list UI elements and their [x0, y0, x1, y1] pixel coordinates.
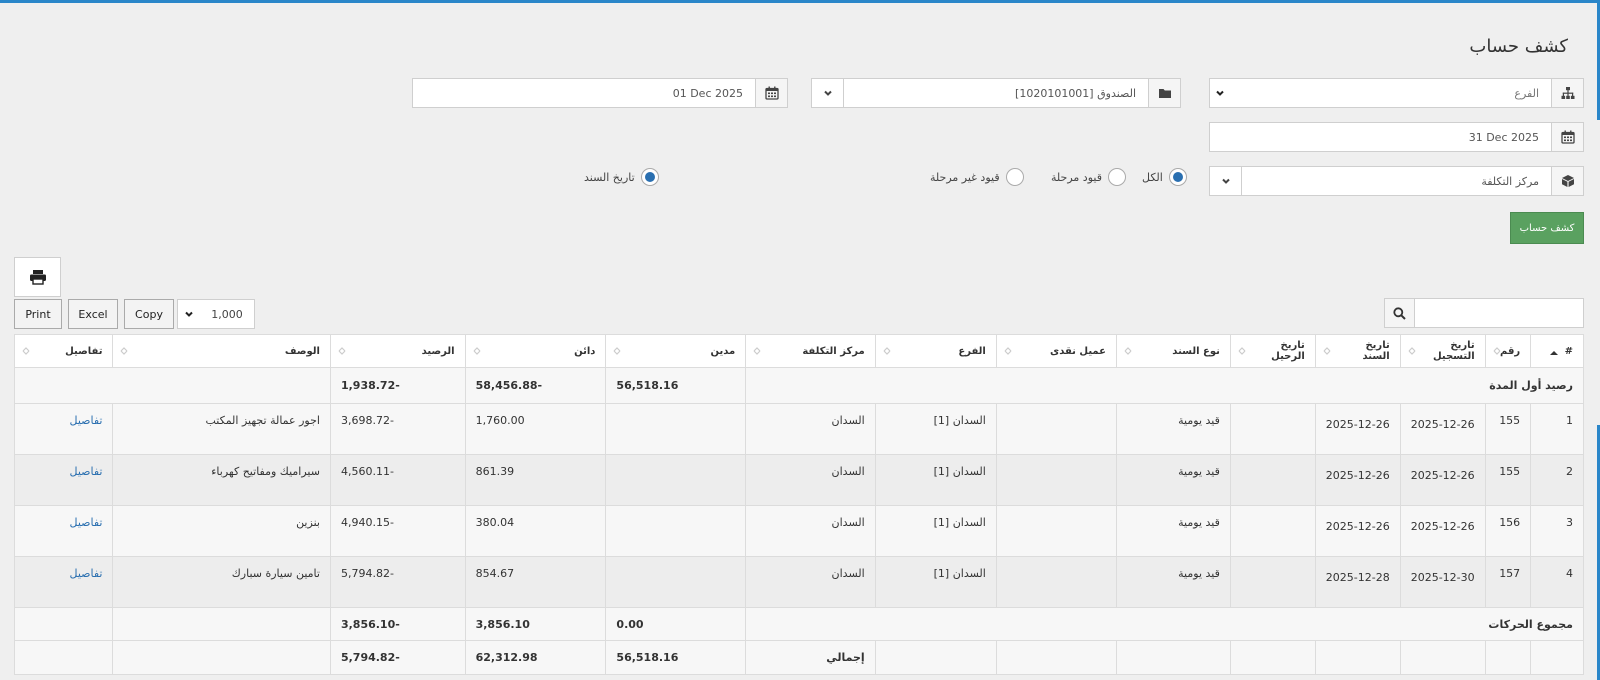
page-size-value: 1,000 [211, 307, 243, 321]
account-select[interactable]: [1020101001] الصندوق [811, 78, 1181, 108]
date-from-value: 01 Dec 2025 [672, 86, 743, 100]
opening-balance-row: رصيد أول المدة 56,518.16 58,456.88- 1,93… [14, 367, 1584, 404]
excel-button[interactable]: Excel [68, 299, 118, 329]
chevron-down-icon[interactable] [812, 79, 844, 107]
radio-all-circle[interactable] [1168, 168, 1187, 186]
opening-credit: 58,456.88- [464, 367, 607, 404]
cost-center-placeholder: مركز التكلفة [1481, 174, 1539, 188]
sitemap-icon [1551, 79, 1583, 107]
radio-unposted-circle[interactable] [1005, 168, 1024, 186]
radio-all-label: الكل [1142, 170, 1163, 184]
sort-icon [1492, 346, 1502, 356]
chevron-down-icon [178, 309, 200, 319]
col-header-cost-center[interactable]: مركز التكلفة [745, 334, 876, 368]
print-button[interactable]: Print [14, 299, 62, 329]
col-header-reg-date[interactable]: تاريخ التسجيل [1399, 334, 1486, 368]
branch-placeholder: الفرع [1514, 86, 1539, 100]
col-header-index[interactable]: # [1530, 334, 1584, 368]
sort-icon [752, 346, 762, 356]
table-row: 1 155 2025-12-26 2025-12-26 قيد يومية ال… [13, 403, 1584, 455]
sort-icon [882, 346, 892, 356]
chevron-down-icon[interactable] [1210, 167, 1242, 195]
col-header-post-date[interactable]: تاريخ الرحيل [1229, 334, 1316, 368]
top-accent-line [0, 0, 1600, 3]
col-header-details[interactable]: تفاصيل [13, 334, 114, 368]
statement-submit-button[interactable]: كشف حساب [1510, 212, 1584, 244]
grand-total-row: إجمالي 56,518.16 62,312.98 5,794.82- [13, 640, 1584, 675]
sort-icon [337, 346, 347, 356]
movements-balance: 3,856.10- [329, 607, 466, 641]
grand-credit: 62,312.98 [464, 640, 607, 675]
opening-balance: 1,938.72- [329, 367, 466, 404]
grand-debit: 56,518.16 [605, 640, 747, 675]
col-header-balance[interactable]: الرصيد [329, 334, 466, 368]
grand-total-label: إجمالي [745, 640, 876, 675]
col-header-debit[interactable]: مدين [605, 334, 747, 368]
table-row: 2 155 2025-12-26 2025-12-26 قيد يومية ال… [13, 454, 1584, 506]
col-header-number[interactable]: رقم [1484, 334, 1532, 368]
sort-icon [612, 346, 622, 356]
sort-icon [1407, 346, 1417, 356]
statement-table: # رقم تاريخ التسجيل تاريخ السند تاريخ ال… [13, 334, 1584, 675]
details-link[interactable]: تفاصيل [13, 556, 114, 608]
radio-unposted[interactable]: قيود غير مرحلة [930, 168, 1024, 186]
details-link[interactable]: تفاصيل [13, 403, 114, 455]
table-search[interactable] [1384, 298, 1584, 328]
sort-icon [1003, 346, 1013, 356]
cube-icon [1551, 167, 1583, 195]
print-icon[interactable] [14, 257, 61, 297]
calendar-icon[interactable] [755, 79, 787, 107]
col-header-cash-customer[interactable]: عميل نقدى [995, 334, 1117, 368]
date-from-field[interactable]: 01 Dec 2025 [412, 78, 788, 108]
movements-debit: 0.00 [605, 607, 747, 641]
page-title: كشف حساب [1469, 36, 1568, 57]
col-header-description[interactable]: الوصف [112, 334, 331, 368]
col-header-branch[interactable]: الفرع [874, 334, 997, 368]
radio-doc-date-circle[interactable] [640, 168, 659, 186]
radio-all[interactable]: الكل [1142, 168, 1187, 186]
radio-doc-date-label: تاريخ السند [584, 170, 635, 184]
table-header-row: # رقم تاريخ التسجيل تاريخ السند تاريخ ال… [13, 334, 1584, 368]
opening-debit: 56,518.16 [605, 367, 747, 404]
details-link[interactable]: تفاصيل [13, 505, 114, 557]
account-value: [1020101001] الصندوق [1015, 86, 1136, 100]
sort-icon [119, 346, 129, 356]
date-to-field[interactable]: 31 Dec 2025 [1209, 122, 1584, 152]
folder-icon[interactable] [1148, 79, 1180, 107]
sort-icon [472, 346, 482, 356]
col-header-doc-type[interactable]: نوع السند [1115, 334, 1231, 368]
chevron-down-icon[interactable] [1210, 88, 1230, 98]
copy-button[interactable]: Copy [124, 299, 174, 329]
table-row: 3 156 2025-12-26 2025-12-26 قيد يومية ال… [13, 505, 1584, 557]
calendar-icon[interactable] [1551, 123, 1583, 151]
radio-posted[interactable]: قيود مرحلة [1051, 168, 1126, 186]
branch-select[interactable]: الفرع [1209, 78, 1584, 108]
col-header-credit[interactable]: دائن [464, 334, 607, 368]
search-icon[interactable] [1384, 298, 1415, 328]
details-link[interactable]: تفاصيل [13, 454, 114, 506]
opening-balance-label: رصيد أول المدة [745, 367, 1584, 404]
sort-icon [1322, 346, 1332, 356]
grand-balance: 5,794.82- [329, 640, 466, 675]
page-size-select[interactable]: 1,000 [177, 299, 255, 329]
sort-asc-icon [1549, 348, 1559, 358]
table-row: 4 157 2025-12-30 2025-12-28 قيد يومية ال… [13, 556, 1584, 608]
movements-credit: 3,856.10 [464, 607, 607, 641]
movements-total-row: مجموع الحركات 0.00 3,856.10 3,856.10- [13, 607, 1584, 641]
sort-icon [1237, 346, 1247, 356]
sort-icon [1123, 346, 1133, 356]
col-header-doc-date[interactable]: تاريخ السند [1314, 334, 1401, 368]
cost-center-select[interactable]: مركز التكلفة [1209, 166, 1584, 196]
movements-total-label: مجموع الحركات [745, 607, 1584, 641]
sort-icon [21, 346, 31, 356]
date-to-value: 31 Dec 2025 [1468, 130, 1539, 144]
radio-unposted-label: قيود غير مرحلة [930, 170, 1000, 184]
radio-doc-date[interactable]: تاريخ السند [584, 168, 659, 186]
radio-posted-label: قيود مرحلة [1051, 170, 1102, 184]
search-input[interactable] [1415, 298, 1584, 328]
radio-posted-circle[interactable] [1107, 168, 1126, 186]
